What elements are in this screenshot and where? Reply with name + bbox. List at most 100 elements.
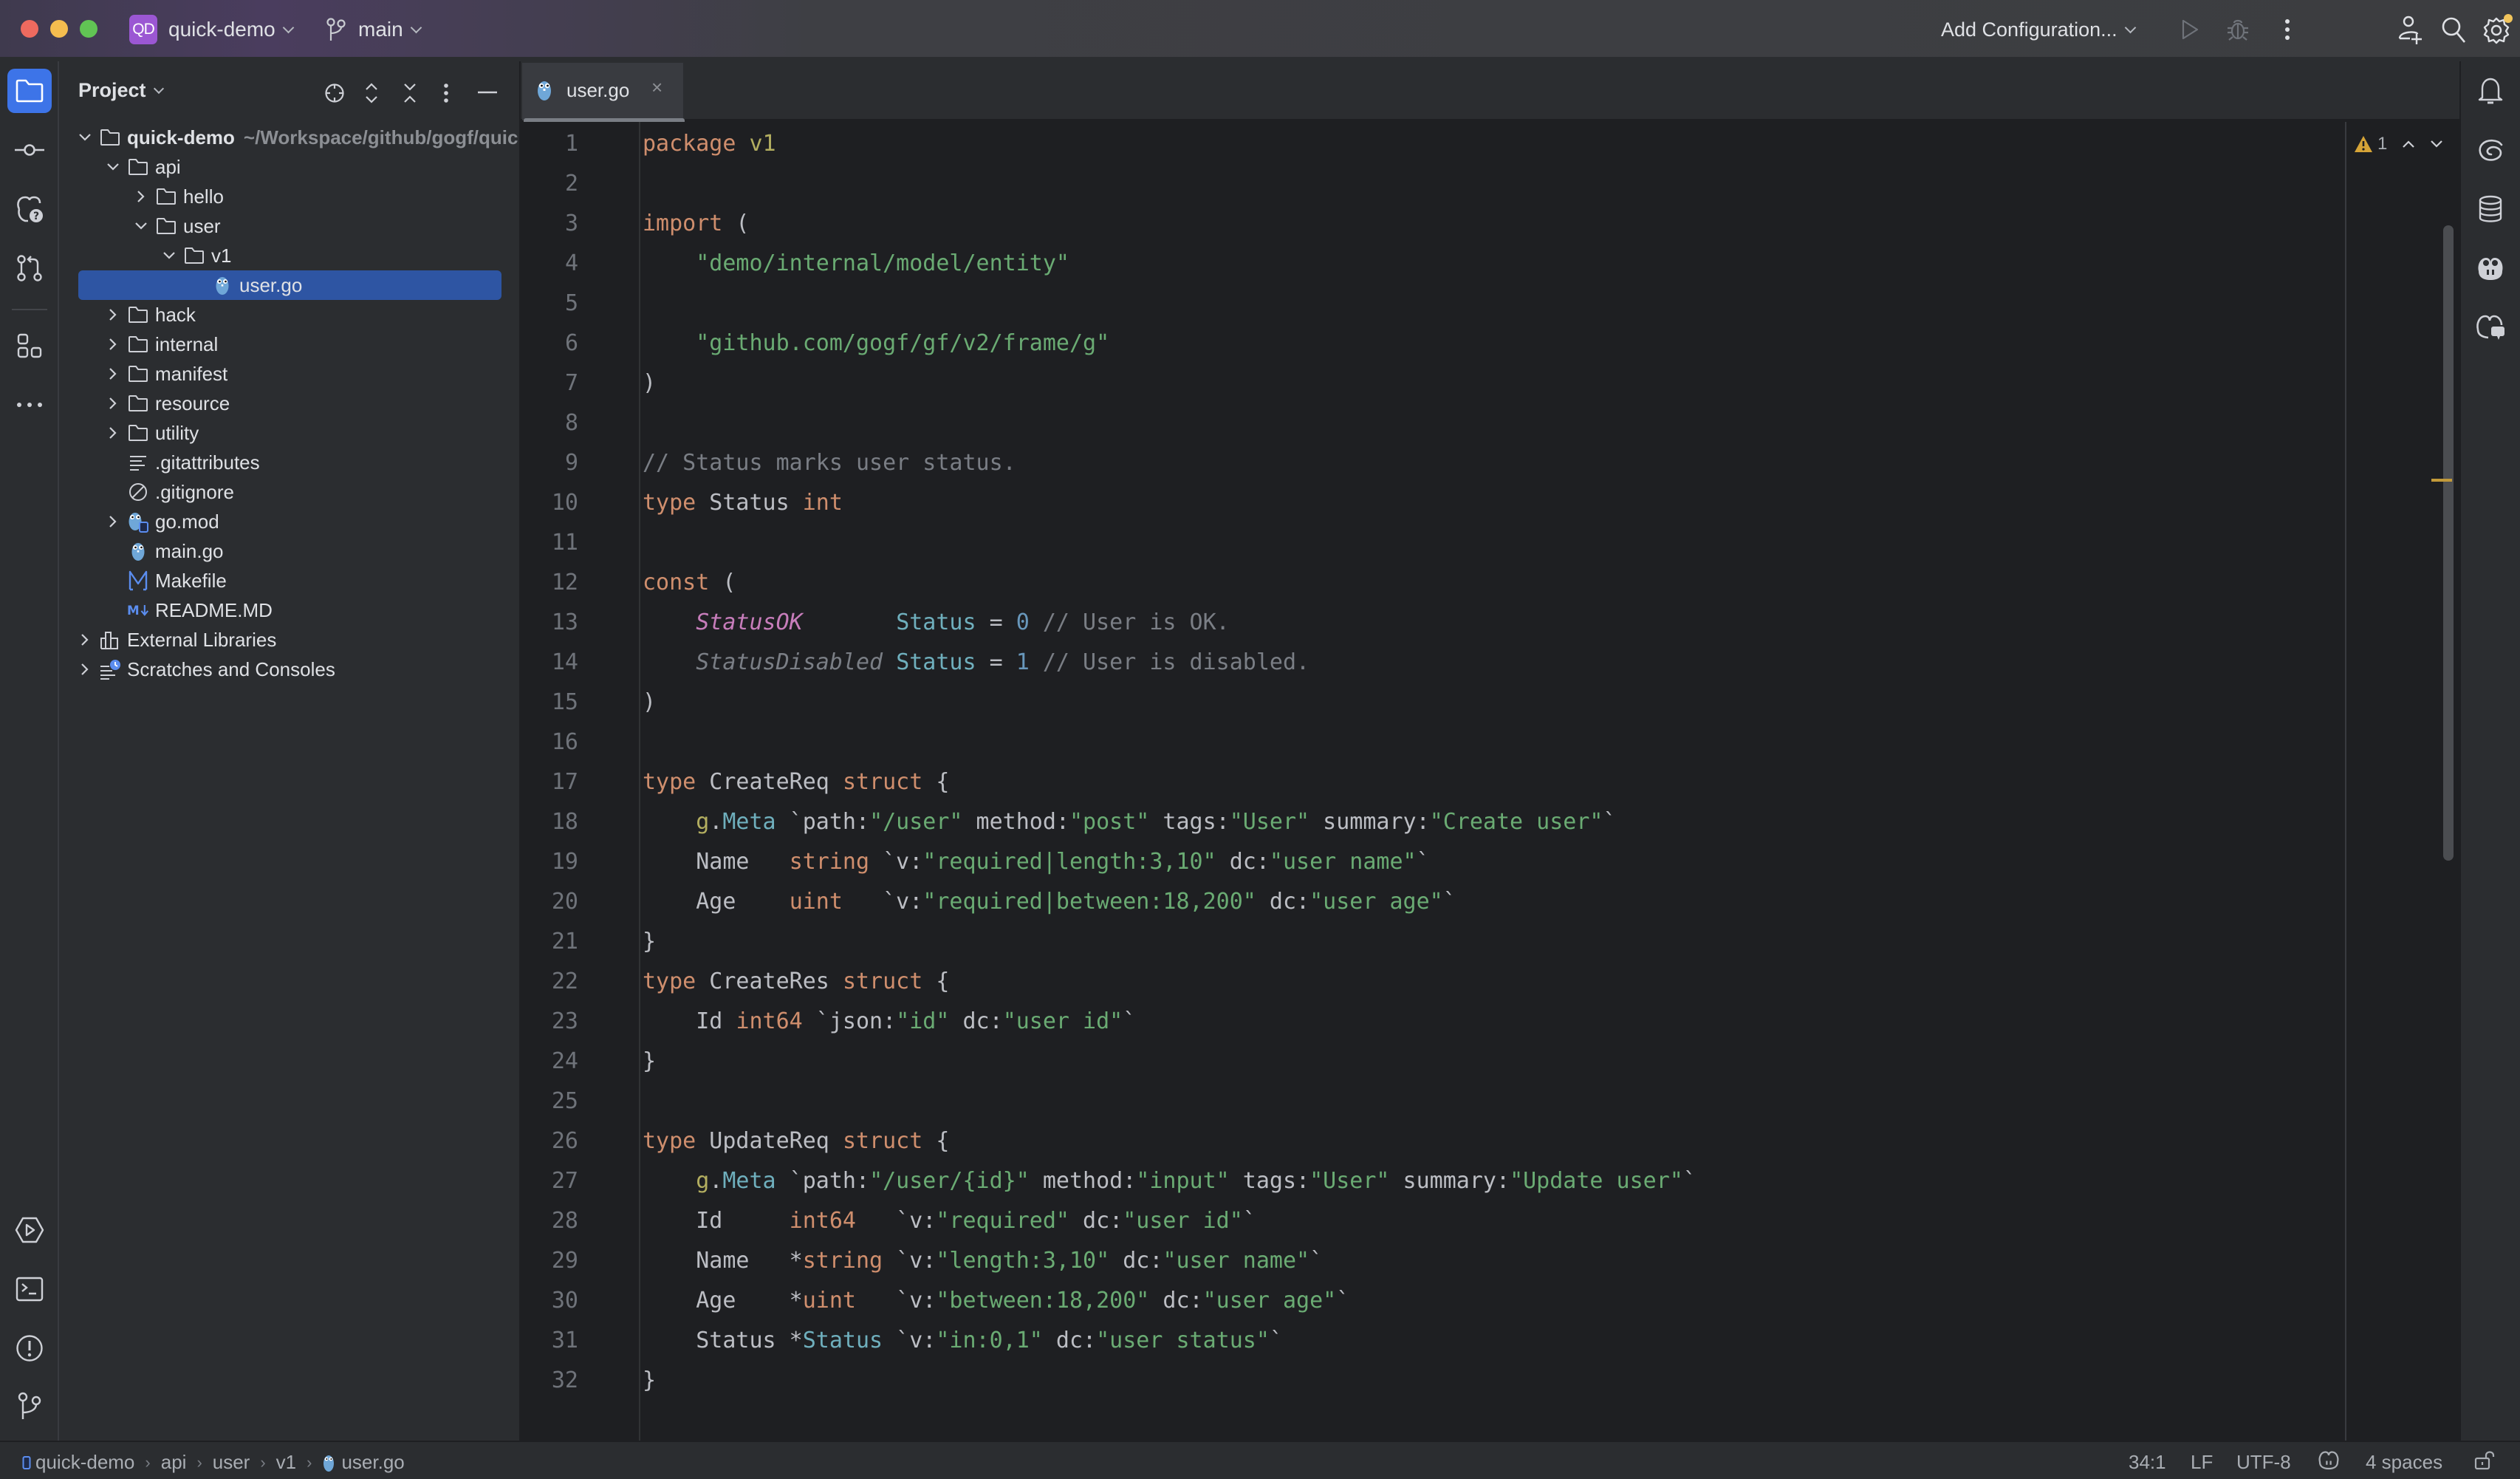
line-number[interactable]: 8 xyxy=(521,403,578,443)
more-vertical-icon[interactable] xyxy=(2278,16,2296,43)
line-number[interactable]: 18 xyxy=(521,802,578,842)
line-number[interactable]: 19 xyxy=(521,842,578,882)
code-line[interactable]: 9 // Status marks user status. xyxy=(521,443,2345,483)
chevron-right-icon[interactable] xyxy=(105,307,121,323)
chevron-right-icon[interactable] xyxy=(105,395,121,411)
code-line[interactable]: 12 const ( xyxy=(521,563,2345,603)
tool-git[interactable] xyxy=(7,1384,52,1428)
code-line[interactable]: 10 type Status int xyxy=(521,483,2345,523)
locate-file-icon[interactable] xyxy=(323,82,346,104)
tree-item-scratches-and-consoles[interactable]: Scratches and Consoles xyxy=(59,655,519,684)
tree-item-readme-md[interactable]: M README.MD xyxy=(59,595,519,625)
line-number[interactable]: 12 xyxy=(521,563,578,603)
chevron-down-icon[interactable] xyxy=(105,159,121,175)
code-line[interactable]: 11 xyxy=(521,523,2345,563)
line-number[interactable]: 5 xyxy=(521,284,578,324)
maximize-window-button[interactable] xyxy=(80,20,97,38)
line-number[interactable]: 24 xyxy=(521,1042,578,1082)
line-number[interactable]: 17 xyxy=(521,762,578,802)
line-number[interactable]: 3 xyxy=(521,204,578,244)
line-number[interactable]: 22 xyxy=(521,962,578,1002)
line-number[interactable]: 14 xyxy=(521,643,578,683)
line-number[interactable]: 15 xyxy=(521,683,578,723)
tree-item-makefile[interactable]: Makefile xyxy=(59,566,519,595)
tool-problems[interactable] xyxy=(7,1326,52,1370)
breadcrumb-item[interactable]: quick-demo xyxy=(35,1451,134,1474)
chevron-down-icon[interactable] xyxy=(77,129,93,146)
tree-item-api[interactable]: api xyxy=(59,152,519,182)
code-line[interactable]: 6 "github.com/gogf/gf/v2/frame/g" xyxy=(521,324,2345,363)
previous-highlight-icon[interactable] xyxy=(2402,140,2415,148)
tool-commit[interactable] xyxy=(7,128,52,172)
code-line[interactable]: 29 Name *string `v:"length:3,10" dc:"use… xyxy=(521,1241,2345,1281)
tab-user-go[interactable]: user.go × xyxy=(522,63,685,122)
code-line[interactable]: 13 StatusOK Status = 0 // User is OK. xyxy=(521,603,2345,643)
code-line[interactable]: 5 xyxy=(521,284,2345,324)
line-number[interactable]: 29 xyxy=(521,1241,578,1281)
chevron-right-icon[interactable] xyxy=(105,425,121,441)
search-icon[interactable] xyxy=(2439,15,2468,44)
tool-structure[interactable] xyxy=(7,324,52,368)
breadcrumb-item[interactable]: user.go xyxy=(341,1451,404,1474)
tree-item-go-mod[interactable]: go.mod xyxy=(59,507,519,536)
tree-item-gitignore[interactable]: .gitignore xyxy=(59,477,519,507)
tool-project[interactable] xyxy=(7,69,52,113)
project-view-selector[interactable]: Project xyxy=(78,79,164,102)
tree-item-gitattributes[interactable]: .gitattributes xyxy=(59,448,519,477)
run-icon[interactable] xyxy=(2179,18,2201,41)
line-number[interactable]: 16 xyxy=(521,723,578,762)
line-number[interactable]: 4 xyxy=(521,244,578,284)
code-line[interactable]: 22 type CreateRes struct { xyxy=(521,962,2345,1002)
chevron-right-icon[interactable] xyxy=(77,632,93,648)
tree-item-hack[interactable]: hack xyxy=(59,300,519,329)
tree-item-hello[interactable]: hello xyxy=(59,182,519,211)
code-line[interactable]: 24} xyxy=(521,1042,2345,1082)
line-number[interactable]: 1 xyxy=(521,124,578,164)
line-number[interactable]: 28 xyxy=(521,1201,578,1241)
line-number[interactable]: 2 xyxy=(521,164,578,204)
code-line[interactable]: 14 StatusDisabled Status = 1 // User is … xyxy=(521,643,2345,683)
line-number[interactable]: 10 xyxy=(521,483,578,523)
line-number[interactable]: 6 xyxy=(521,324,578,363)
code-line[interactable]: 3 import ( xyxy=(521,204,2345,244)
code-line[interactable]: 2 xyxy=(521,164,2345,204)
chevron-down-icon[interactable] xyxy=(161,247,177,264)
line-number[interactable]: 26 xyxy=(521,1121,578,1161)
close-window-button[interactable] xyxy=(21,20,38,38)
tool-pull-requests[interactable] xyxy=(7,246,52,290)
line-number[interactable]: 9 xyxy=(521,443,578,483)
tool-database[interactable] xyxy=(2468,187,2513,231)
code-line[interactable]: 8 xyxy=(521,403,2345,443)
chevron-right-icon[interactable] xyxy=(105,336,121,352)
chevron-right-icon[interactable] xyxy=(133,188,149,205)
add-user-icon[interactable] xyxy=(2396,15,2425,44)
chevron-down-icon[interactable] xyxy=(133,218,149,234)
tool-copilot[interactable] xyxy=(2468,246,2513,290)
code-editor[interactable]: 1 package v1 2 3 import (4 "demo/internal/mo… xyxy=(521,122,2345,1441)
tree-item-resource[interactable]: resource xyxy=(59,389,519,418)
code-line[interactable]: 25 xyxy=(521,1082,2345,1121)
code-line[interactable]: 20 Age uint `v:"required|between:18,200"… xyxy=(521,882,2345,922)
code-line[interactable]: 30 Age *uint `v:"between:18,200" dc:"use… xyxy=(521,1281,2345,1321)
code-line[interactable]: 21} xyxy=(521,922,2345,962)
line-number[interactable]: 32 xyxy=(521,1361,578,1401)
line-ending[interactable]: LF xyxy=(2191,1451,2213,1474)
code-line[interactable]: 32} xyxy=(521,1361,2345,1401)
line-number[interactable]: 27 xyxy=(521,1161,578,1201)
minimize-window-button[interactable] xyxy=(50,20,68,38)
code-line[interactable]: 7) xyxy=(521,363,2345,403)
expand-all-icon[interactable] xyxy=(362,82,381,104)
line-number[interactable]: 20 xyxy=(521,882,578,922)
tree-item-quick-demo[interactable]: quick-demo ~/Workspace/github/gogf/quick-… xyxy=(59,123,519,152)
tree-item-internal[interactable]: internal xyxy=(59,329,519,359)
line-number[interactable]: 25 xyxy=(521,1082,578,1121)
tool-more[interactable] xyxy=(7,383,52,427)
file-encoding[interactable]: UTF-8 xyxy=(2236,1451,2291,1474)
editor-scrollbar[interactable] xyxy=(2443,225,2454,861)
hide-panel-icon[interactable] xyxy=(476,83,499,101)
breadcrumb-item[interactable]: api xyxy=(161,1451,187,1474)
code-line[interactable]: 4 "demo/internal/model/entity" xyxy=(521,244,2345,284)
tool-copilot-chat[interactable] xyxy=(2468,305,2513,349)
code-line[interactable]: 27 g.Meta `path:"/user/{id}" method:"inp… xyxy=(521,1161,2345,1201)
line-number[interactable]: 7 xyxy=(521,363,578,403)
